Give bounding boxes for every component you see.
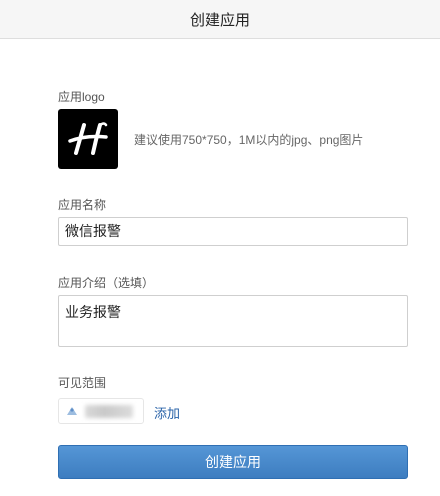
app-logo-icon bbox=[68, 122, 108, 155]
logo-hint: 建议使用750*750，1M以内的jpg、png图片 bbox=[134, 133, 364, 147]
app-intro-label: 应用介绍（选填） bbox=[58, 276, 155, 290]
create-app-button[interactable]: 创建应用 bbox=[58, 445, 408, 479]
user-name-redacted bbox=[85, 405, 133, 418]
user-avatar-icon bbox=[67, 407, 77, 415]
dialog-header: 创建应用 bbox=[0, 0, 440, 39]
visibility-label: 可见范围 bbox=[58, 376, 107, 390]
app-name-input[interactable]: 微信报警 bbox=[58, 217, 408, 246]
app-intro-textarea[interactable]: 业务报警 bbox=[58, 295, 408, 347]
add-visible-user-link[interactable]: 添加 bbox=[154, 403, 180, 422]
logo-label: 应用logo bbox=[58, 90, 105, 104]
dialog-title: 创建应用 bbox=[189, 11, 250, 29]
app-name-label: 应用名称 bbox=[58, 198, 107, 212]
visible-user-chip[interactable] bbox=[58, 398, 144, 424]
app-logo[interactable] bbox=[58, 109, 118, 169]
